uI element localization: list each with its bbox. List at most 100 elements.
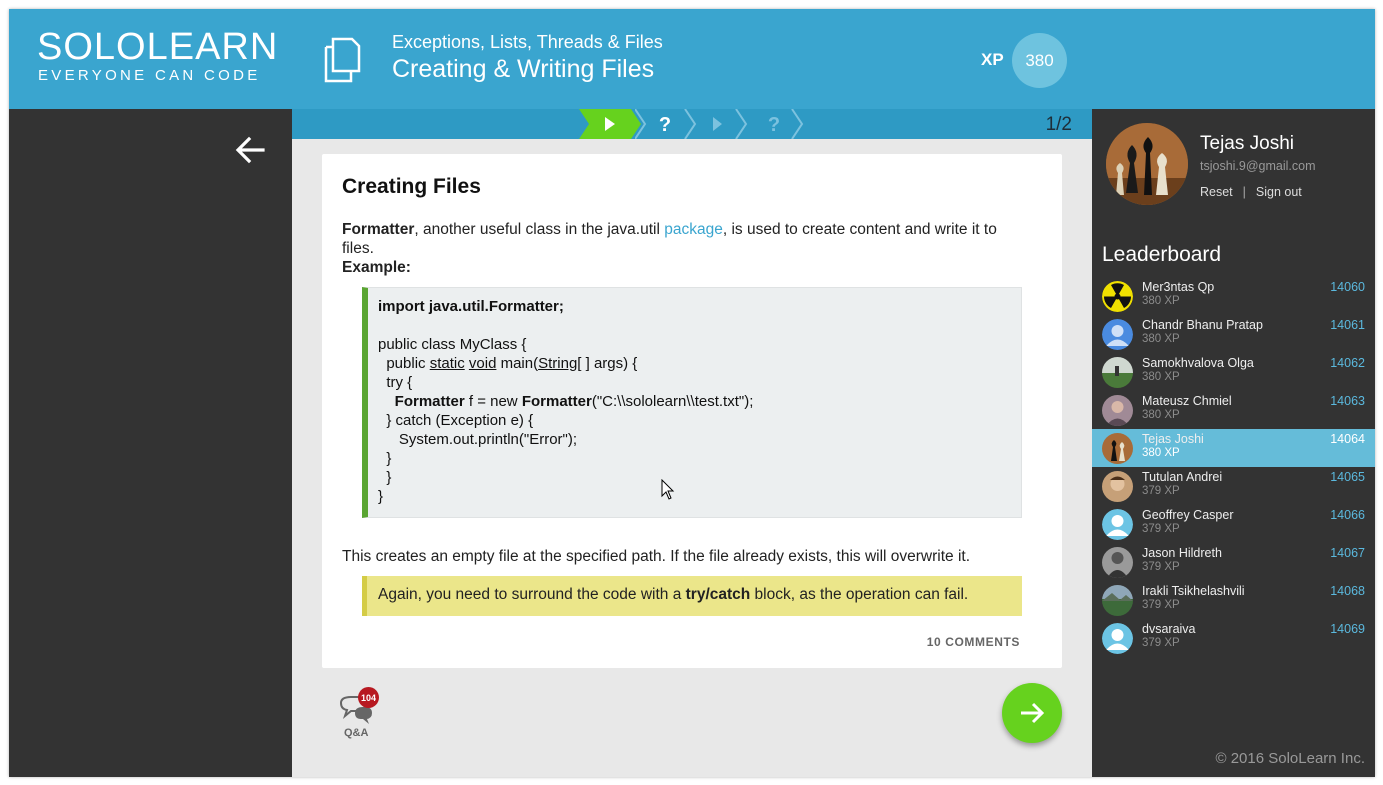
- after-code-text: This creates an empty file at the specif…: [342, 548, 971, 565]
- leaderboard-row[interactable]: Chandr Bhanu Pratap 380 XP 14061: [1092, 315, 1375, 353]
- intro-text-2: , is used to create content and write it…: [722, 221, 997, 238]
- play-icon: [713, 117, 722, 131]
- lesson-title-header: Creating & Writing Files: [392, 55, 655, 83]
- leaderboard-rank: 14066: [1330, 508, 1365, 522]
- leaderboard-rank: 14063: [1330, 394, 1365, 408]
- code-line: } catch (Exception e) {: [378, 412, 534, 429]
- leaderboard-xp: 380 XP: [1142, 371, 1180, 383]
- photo-field-avatar: [1102, 357, 1133, 388]
- code-block: import java.util.Formatter; public class…: [362, 287, 1022, 518]
- xp-badge: 380: [1012, 33, 1067, 88]
- qa-button[interactable]: 104 Q&A: [337, 687, 381, 743]
- leaderboard-row[interactable]: Irakli Tsikhelashvili 379 XP 14068: [1092, 581, 1375, 619]
- photo-landscape-avatar: [1102, 585, 1133, 616]
- photo-person-avatar: [1102, 395, 1133, 426]
- signout-link[interactable]: Sign out: [1256, 185, 1302, 199]
- step-1-play-active[interactable]: [579, 109, 641, 139]
- qa-label: Q&A: [344, 727, 369, 739]
- profile-links: Reset | Sign out: [1200, 185, 1302, 199]
- step-4-question[interactable]: ?: [745, 109, 807, 139]
- reset-link[interactable]: Reset: [1200, 185, 1233, 199]
- leaderboard-name: Mateusz Chmiel: [1142, 394, 1232, 408]
- right-sidebar: Tejas Joshi tsjoshi.9@gmail.com Reset | …: [1092, 109, 1375, 777]
- package-link[interactable]: package: [664, 221, 723, 238]
- profile-name: Tejas Joshi: [1200, 133, 1294, 154]
- mouse-cursor-icon: [661, 479, 675, 500]
- leaderboard-xp: 380 XP: [1142, 447, 1180, 459]
- back-arrow-icon[interactable]: [233, 133, 267, 167]
- photo-person-avatar: [1102, 471, 1133, 502]
- leaderboard-row[interactable]: Samokhvalova Olga 380 XP 14062: [1092, 353, 1375, 391]
- leaderboard-xp: 380 XP: [1142, 295, 1180, 307]
- leaderboard-name: Tejas Joshi: [1142, 432, 1204, 446]
- profile-email: tsjoshi.9@gmail.com: [1200, 159, 1316, 173]
- intro-text-1: , another useful class in the java.util: [414, 221, 665, 238]
- leaderboard-rank: 14065: [1330, 470, 1365, 484]
- lesson-progress-bar: ? ? 1/2: [292, 109, 1092, 139]
- progress-count: 1/2: [1045, 114, 1072, 135]
- leaderboard-row-current-user[interactable]: Tejas Joshi 380 XP 14064: [1092, 429, 1375, 467]
- example-label: Example:: [342, 259, 411, 276]
- leaderboard-xp: 379 XP: [1142, 523, 1180, 535]
- leaderboard-rank: 14064: [1330, 432, 1365, 446]
- leaderboard-row[interactable]: dvsaraiva 379 XP 14069: [1092, 619, 1375, 657]
- app-window: SOLOLEARN EVERYONE CAN CODE Exceptions, …: [9, 9, 1375, 777]
- question-icon: ?: [659, 114, 671, 136]
- lesson-intro: Formatter, another useful class in the j…: [342, 220, 1042, 277]
- leaderboard-row[interactable]: Mateusz Chmiel 380 XP 14063: [1092, 391, 1375, 429]
- leaderboard-name: Jason Hildreth: [1142, 546, 1222, 560]
- leaderboard-row[interactable]: Geoffrey Casper 379 XP 14066: [1092, 505, 1375, 543]
- radiation-icon: [1102, 281, 1133, 312]
- leaderboard-name: Mer3ntas Qp: [1142, 280, 1215, 294]
- leaderboard-list: Mer3ntas Qp 380 XP 14060 Chandr Bhanu Pr…: [1092, 277, 1375, 657]
- lesson-title: Creating Files: [342, 175, 481, 198]
- profile-avatar[interactable]: [1106, 123, 1188, 205]
- file-copy-icon: [324, 37, 361, 83]
- xp-value: 380: [1025, 50, 1054, 70]
- intro-text-3: files.: [342, 240, 374, 257]
- leaderboard-row[interactable]: Mer3ntas Qp 380 XP 14060: [1092, 277, 1375, 315]
- leaderboard-xp: 379 XP: [1142, 599, 1180, 611]
- copyright-text: © 2016 SoloLearn Inc.: [1215, 750, 1366, 767]
- default-user-icon: [1102, 509, 1133, 540]
- comments-link[interactable]: 10 COMMENTS: [927, 635, 1020, 649]
- code-line: }: [378, 469, 392, 486]
- chess-pieces-icon: [1102, 433, 1133, 464]
- leaderboard-row[interactable]: Tutulan Andrei 379 XP 14065: [1092, 467, 1375, 505]
- leaderboard-rank: 14069: [1330, 622, 1365, 636]
- leaderboard-xp: 379 XP: [1142, 561, 1180, 573]
- left-sidebar: [9, 109, 292, 777]
- leaderboard-xp: 380 XP: [1142, 409, 1180, 421]
- leaderboard-title: Leaderboard: [1102, 243, 1222, 266]
- next-button[interactable]: [1002, 683, 1062, 743]
- code-line: public class MyClass {: [378, 336, 527, 353]
- lesson-card: Creating Files Formatter, another useful…: [322, 154, 1062, 668]
- xp-label: XP: [981, 50, 1004, 69]
- leaderboard-name: Chandr Bhanu Pratap: [1142, 318, 1263, 332]
- code-line: try {: [378, 374, 413, 391]
- step-3-play[interactable]: [690, 109, 752, 139]
- link-separator: |: [1242, 185, 1246, 199]
- photo-person-avatar: [1102, 547, 1133, 578]
- leaderboard-rank: 14062: [1330, 356, 1365, 370]
- course-name: Exceptions, Lists, Threads & Files: [392, 32, 663, 52]
- brand-logo[interactable]: SOLOLEARN: [37, 27, 278, 67]
- leaderboard-xp: 379 XP: [1142, 637, 1180, 649]
- default-user-icon: [1102, 623, 1133, 654]
- code-line: }: [378, 450, 392, 467]
- qa-count-badge: 104: [358, 687, 379, 708]
- leaderboard-rank: 14060: [1330, 280, 1365, 294]
- question-icon: ?: [768, 114, 780, 136]
- intro-bold: Formatter: [342, 221, 415, 238]
- leaderboard-rank: 14068: [1330, 584, 1365, 598]
- top-header: SOLOLEARN EVERYONE CAN CODE Exceptions, …: [9, 9, 1375, 109]
- default-user-icon: [1102, 319, 1133, 350]
- leaderboard-row[interactable]: Jason Hildreth 379 XP 14067: [1092, 543, 1375, 581]
- note-callout: Again, you need to surround the code wit…: [362, 576, 1022, 616]
- step-2-question[interactable]: ?: [635, 109, 697, 139]
- chess-pieces-icon: [1106, 123, 1188, 205]
- arrow-right-icon: [1021, 702, 1045, 724]
- leaderboard-name: Tutulan Andrei: [1142, 470, 1223, 484]
- code-line: }: [378, 488, 384, 505]
